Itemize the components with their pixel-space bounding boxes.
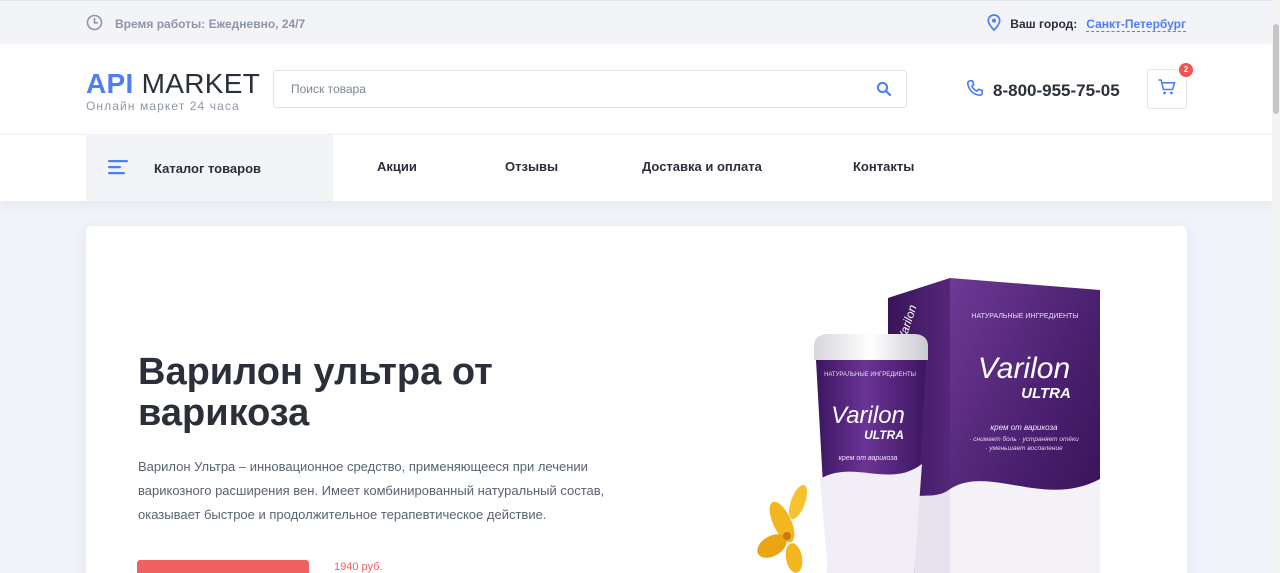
- nav-link-delivery[interactable]: Доставка и оплата: [642, 159, 762, 174]
- search-input[interactable]: [274, 71, 834, 107]
- tube-brand-text: Varilon: [831, 402, 905, 429]
- box-line-1: · снимает боль · устраняет отёки: [969, 435, 1079, 443]
- cart-icon: [1157, 78, 1177, 101]
- box-subtitle-text: крем от варикоза: [990, 423, 1058, 432]
- nav-link-contacts[interactable]: Контакты: [853, 159, 914, 174]
- city-link[interactable]: Санкт-Петербург: [1086, 17, 1186, 32]
- nav-link-promotions[interactable]: Акции: [377, 159, 417, 174]
- price: 1940 руб.: [334, 561, 383, 573]
- catalog-button[interactable]: Каталог товаров: [86, 135, 333, 201]
- tube-brand-sub-text: ULTRA: [864, 428, 904, 442]
- city-selector[interactable]: Ваш город: Санкт-Петербург: [987, 14, 1186, 34]
- cart-button[interactable]: 2: [1147, 63, 1193, 109]
- phone-link[interactable]: 8-800-955-75-05: [966, 79, 1120, 102]
- box-brand-text: Varilon: [978, 352, 1070, 385]
- hero-title: Варилон ультра от варикоза: [138, 351, 493, 434]
- location-pin-icon: [987, 14, 1001, 34]
- logo[interactable]: API MARKET Онлайн маркет 24 часа: [86, 68, 261, 114]
- hero-description: Варилон Ультра – инновационное средство,…: [138, 459, 605, 522]
- catalog-label: Каталог товаров: [154, 160, 262, 176]
- phone-icon: [966, 79, 984, 102]
- city-label: Ваш город:: [1010, 17, 1078, 31]
- scrollbar[interactable]: [1272, 0, 1280, 573]
- tube-subtitle-text: крем от варикоза: [839, 455, 898, 462]
- box-line-2: · уменьшает воспаление: [985, 445, 1063, 452]
- cart-count-badge: 2: [1179, 63, 1193, 77]
- logo-tagline: Онлайн маркет 24 часа: [86, 99, 240, 113]
- site-header: API MARKET Онлайн маркет 24 часа 8-800-9…: [0, 44, 1272, 134]
- main-nav: Каталог товаров Акции Отзывы Доставка и …: [0, 134, 1272, 201]
- search-box: [273, 70, 907, 108]
- scrollbar-thumb[interactable]: [1273, 24, 1279, 114]
- top-info-bar: Время работы: Ежедневно, 24/7 Ваш город:…: [0, 0, 1272, 44]
- work-hours-text: Время работы: Ежедневно, 24/7: [115, 17, 306, 31]
- logo-api: API: [86, 68, 134, 99]
- menu-icon: [108, 159, 130, 178]
- hero-card: Варилон ультра от варикоза Варилон Ультра…: [86, 226, 1187, 573]
- nav-link-reviews[interactable]: Отзывы: [505, 159, 558, 174]
- logo-market: MARKET: [141, 68, 261, 99]
- tube-tag-text: НАТУРАЛЬНЫЕ ИНГРЕДИЕНТЫ: [824, 372, 916, 378]
- box-brand-sub-text: ULTRA: [1021, 385, 1071, 402]
- product-image: НАТУРАЛЬНЫЕ ИНГРЕДИЕНТЫ Varilon ULTRA кр…: [754, 274, 1154, 573]
- phone-number: 8-800-955-75-05: [993, 80, 1120, 100]
- box-tag-text: НАТУРАЛЬНЫЕ ИНГРЕДИЕНТЫ: [971, 313, 1078, 320]
- flower-decoration: [757, 484, 808, 573]
- clock-icon: [86, 14, 103, 34]
- search-icon[interactable]: [876, 81, 892, 102]
- work-hours: Время работы: Ежедневно, 24/7: [86, 14, 305, 34]
- buy-button[interactable]: [137, 560, 309, 573]
